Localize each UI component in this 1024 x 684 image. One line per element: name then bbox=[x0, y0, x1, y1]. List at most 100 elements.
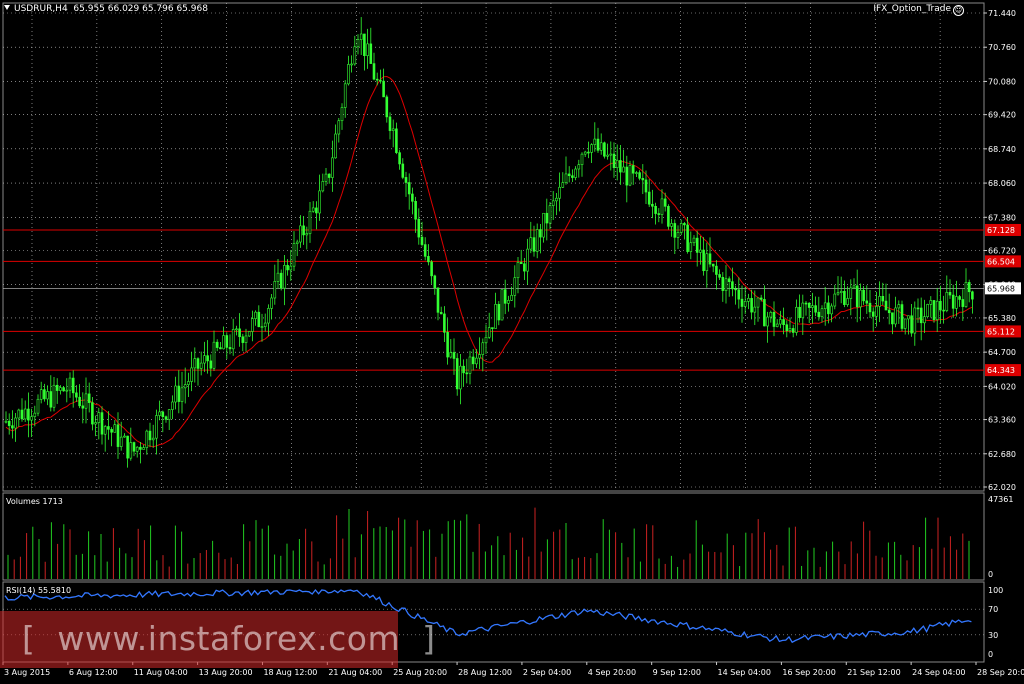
candle-body bbox=[308, 210, 312, 234]
candle-body bbox=[827, 302, 830, 315]
candle-body bbox=[593, 138, 597, 145]
candle-body bbox=[500, 289, 504, 321]
level-tag-label: 65.112 bbox=[987, 327, 1015, 336]
candle-body bbox=[279, 272, 283, 289]
candle-body bbox=[676, 232, 680, 238]
candle-body bbox=[615, 160, 619, 168]
candle-body bbox=[551, 200, 555, 206]
candle-body bbox=[167, 409, 171, 420]
rsi-level-label: 100 bbox=[988, 586, 1003, 595]
price-tick-label: 68.740 bbox=[988, 145, 1016, 154]
candle-body bbox=[372, 63, 376, 80]
time-label: 9 Sep 12:00 bbox=[653, 668, 701, 677]
candle-body bbox=[785, 324, 789, 332]
candle-body bbox=[219, 347, 222, 350]
chart-canvas[interactable]: 71.440 70.760 70.080 69.420 68.740 68.060 67.3… bbox=[0, 0, 1024, 680]
candle-body bbox=[647, 191, 651, 205]
volume-max-label: 47361 bbox=[988, 495, 1013, 504]
candle-body bbox=[171, 401, 174, 410]
candle-body bbox=[574, 168, 577, 178]
candle-body bbox=[270, 297, 273, 309]
candle-body bbox=[590, 144, 593, 153]
candle-body bbox=[103, 426, 107, 435]
time-label: 18 Aug 12:00 bbox=[263, 668, 317, 677]
candle-body bbox=[174, 385, 177, 403]
candle-body bbox=[523, 263, 526, 272]
candle-body bbox=[852, 285, 856, 289]
candle-body bbox=[206, 355, 209, 362]
candle-body bbox=[273, 281, 277, 299]
candle-body bbox=[753, 306, 757, 313]
candle-body bbox=[599, 142, 603, 151]
candle-body bbox=[455, 358, 459, 390]
candle-body bbox=[295, 241, 299, 244]
volume-label: Volumes 1713 bbox=[6, 497, 63, 506]
candle-body bbox=[199, 362, 203, 369]
candle-body bbox=[126, 435, 129, 459]
time-label: 2 Sep 04:00 bbox=[523, 668, 571, 677]
candle-body bbox=[446, 332, 449, 358]
time-label: 16 Sep 20:00 bbox=[782, 668, 835, 677]
candle-body bbox=[660, 198, 664, 215]
candle-body bbox=[849, 287, 853, 299]
candle-body bbox=[951, 294, 955, 309]
candle-body bbox=[379, 79, 382, 82]
candle-body bbox=[142, 447, 145, 450]
candle-body bbox=[935, 300, 939, 320]
price-tick-label: 65.380 bbox=[988, 314, 1016, 323]
candle-body bbox=[641, 178, 645, 181]
candle-body bbox=[468, 356, 472, 374]
symbol-header: USDRUR,H4 65.955 66.029 65.796 65.968 bbox=[4, 4, 208, 14]
price-tick-label: 64.020 bbox=[988, 382, 1016, 391]
candle-body bbox=[340, 107, 344, 122]
candle-body bbox=[452, 352, 456, 359]
candle-body bbox=[46, 391, 49, 400]
candle-body bbox=[814, 305, 817, 313]
price-tick-label: 71.440 bbox=[988, 9, 1016, 18]
candle-body bbox=[420, 236, 424, 245]
candle-body bbox=[878, 296, 881, 307]
chevron-down-icon[interactable] bbox=[4, 5, 10, 10]
price-tick-label: 69.420 bbox=[988, 111, 1016, 120]
candle-body bbox=[203, 355, 206, 364]
candle-body bbox=[587, 151, 590, 154]
candle-body bbox=[449, 352, 453, 358]
candle-body bbox=[353, 46, 357, 65]
price-tick-label: 62.020 bbox=[988, 483, 1016, 492]
time-label: 14 Sep 04:00 bbox=[718, 668, 771, 677]
candle-body bbox=[923, 316, 926, 324]
candle-body bbox=[177, 385, 181, 402]
level-tag-label: 65.968 bbox=[987, 284, 1015, 293]
candle-body bbox=[68, 377, 72, 391]
candle-body bbox=[423, 244, 427, 257]
rsi-level-label: 70 bbox=[988, 605, 998, 614]
candle-body bbox=[286, 265, 289, 271]
candle-body bbox=[715, 265, 718, 275]
candle-body bbox=[919, 307, 923, 324]
candle-body bbox=[14, 417, 17, 429]
candle-body bbox=[567, 173, 571, 177]
candle-body bbox=[916, 307, 920, 310]
candle-body bbox=[663, 198, 667, 207]
volume-axis: 47361 0 bbox=[988, 495, 1013, 579]
candle-body bbox=[862, 289, 865, 302]
candle-body bbox=[507, 300, 510, 304]
candle-body bbox=[900, 304, 904, 329]
candle-body bbox=[795, 306, 798, 333]
expert-advisor-label[interactable]: IFX_Option_Trade ☺ bbox=[873, 4, 964, 16]
candle-body bbox=[180, 387, 184, 402]
candle-body bbox=[343, 83, 347, 108]
candle-body bbox=[839, 290, 843, 293]
volume-bars bbox=[7, 507, 970, 579]
candle-body bbox=[526, 248, 529, 272]
time-label: 13 Aug 20:00 bbox=[199, 668, 253, 677]
candle-body bbox=[52, 384, 56, 408]
candle-body bbox=[247, 331, 251, 337]
candle-body bbox=[699, 249, 702, 253]
chart-window[interactable]: 71.440 70.760 70.080 69.420 68.740 68.060 67.3… bbox=[0, 0, 1024, 680]
candle-body bbox=[734, 288, 737, 291]
candle-body bbox=[404, 177, 408, 183]
candle-body bbox=[955, 296, 958, 309]
candle-body bbox=[926, 304, 929, 317]
candle-body bbox=[667, 206, 670, 227]
